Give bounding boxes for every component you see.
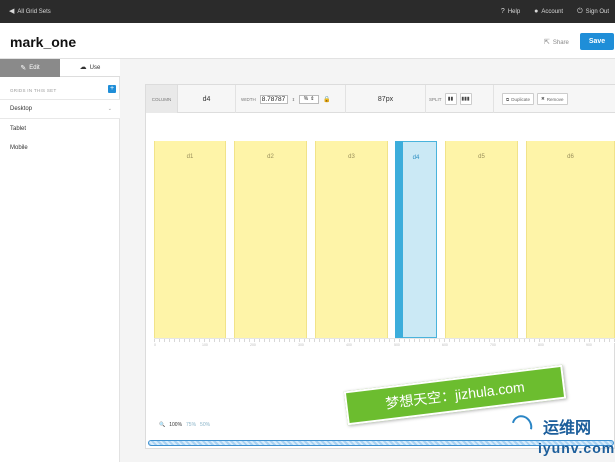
select-arrows-icon: ⇕ <box>310 96 315 102</box>
unit-value: % <box>303 96 309 102</box>
ruler-tick-label: 900 <box>586 343 592 347</box>
column-label: d1 <box>186 154 194 160</box>
width-group: WIDTH 8.78787 ⇕ % ⇕ 🔒 <box>236 85 346 113</box>
zoom-option[interactable]: 75% <box>186 422 196 428</box>
ruler-labels: 0 100 200 300 400 500 600 700 800 900 <box>154 343 615 349</box>
stepper-icon[interactable]: ⇕ <box>292 97 295 102</box>
duplicate-label: Duplicate <box>511 96 530 102</box>
zoom-current[interactable]: 100% <box>169 422 182 428</box>
column-label: d3 <box>348 154 355 160</box>
sidebar-item-label: Mobile <box>10 145 28 151</box>
back-arrow-icon: ◀ <box>9 8 15 15</box>
split-three-button[interactable]: ▮▮▮ <box>459 93 472 105</box>
split-group: SPLIT ▮▮ ▮▮▮ <box>426 85 494 113</box>
grid-column-d4[interactable]: d4 <box>395 141 437 338</box>
help-link[interactable]: ? Help <box>501 8 520 15</box>
tab-use[interactable]: ☁ Use <box>60 59 120 77</box>
width-label: WIDTH <box>241 96 256 102</box>
sign-out-label: Sign Out <box>585 8 609 15</box>
grid-column-d2[interactable]: d2 <box>234 141 307 338</box>
split-two-icon: ▮▮ <box>447 96 454 102</box>
ruler-tick-label: 800 <box>538 343 544 347</box>
pixel-width: 87px <box>346 85 426 113</box>
all-grid-sets-label: All Grid Sets <box>17 8 51 15</box>
all-grid-sets-link[interactable]: ◀ All Grid Sets <box>9 8 51 15</box>
split-two-button[interactable]: ▮▮ <box>444 93 457 105</box>
sidebar: ✎ Edit ☁ Use GRIDS IN THIS SET + Desktop… <box>0 59 120 462</box>
sidebar-item-mobile[interactable]: Mobile <box>0 138 120 158</box>
ruler-tick-label: 100 <box>202 343 208 347</box>
unit-select[interactable]: % ⇕ <box>299 94 320 104</box>
share-button[interactable]: ⇱ Share <box>544 39 569 46</box>
top-bar-right: ? Help ● Account ⏻ Sign Out <box>501 8 609 15</box>
ruler-tick-label: 700 <box>490 343 496 347</box>
lock-icon[interactable]: 🔒 <box>323 96 330 103</box>
account-label: Account <box>541 8 564 15</box>
zoom-icon: 🔍 <box>159 422 166 428</box>
save-button[interactable]: Save <box>580 33 614 50</box>
tab-use-label: Use <box>89 64 101 71</box>
ruler-tick-label: 600 <box>442 343 448 347</box>
split-three-icon: ▮▮▮ <box>461 96 470 102</box>
grid-column-d1[interactable]: d1 <box>154 141 226 338</box>
resize-handle[interactable] <box>395 141 403 338</box>
remove-button[interactable]: ✖ Remove <box>536 93 568 105</box>
sign-out-link[interactable]: ⏻ Sign Out <box>577 8 609 15</box>
chevron-down-icon: ⌄ <box>107 106 112 112</box>
grid-column-d3[interactable]: d3 <box>315 141 388 338</box>
top-bar: ◀ All Grid Sets ? Help ● Account ⏻ Sign … <box>0 0 615 23</box>
remove-icon: ✖ <box>540 96 545 101</box>
grid-column-d6[interactable]: d6 <box>526 141 615 338</box>
zoom-option[interactable]: 50% <box>200 422 210 428</box>
page-header: mark_one ⇱ Share Save <box>0 23 615 59</box>
sidebar-item-tablet[interactable]: Tablet <box>0 119 120 139</box>
split-label: SPLIT <box>429 96 442 102</box>
column-label: d6 <box>567 154 574 160</box>
share-icon: ⇱ <box>544 39 550 46</box>
user-icon: ● <box>534 8 539 15</box>
download-icon: ☁ <box>79 64 87 71</box>
ruler-tick-label: 500 <box>394 343 400 347</box>
duplicate-button[interactable]: ⧉ Duplicate <box>502 93 534 105</box>
sidebar-item-label: Tablet <box>10 126 27 132</box>
tab-edit-label: Edit <box>29 65 40 71</box>
sidebar-tabs: ✎ Edit ☁ Use <box>0 59 120 77</box>
edit-icon: ✎ <box>20 64 27 72</box>
add-grid-button[interactable]: + <box>108 85 116 93</box>
page-title: mark_one <box>10 34 77 50</box>
tab-edit[interactable]: ✎ Edit <box>0 59 60 77</box>
column-label: COLUMN <box>146 85 178 113</box>
ruler-tick-label: 300 <box>298 343 304 347</box>
width-input[interactable]: 8.78787 <box>259 94 288 104</box>
sidebar-item-desktop[interactable]: Desktop ⌄ <box>0 99 120 119</box>
grid-canvas: d1 d2 d3 d4 d5 d6 <box>146 113 615 343</box>
ruler-tick-label: 200 <box>250 343 256 347</box>
column-label: d4 <box>412 155 420 161</box>
sidebar-item-label: Desktop <box>10 106 33 112</box>
column-name[interactable]: d4 <box>178 85 236 113</box>
grids-in-set-label: GRIDS IN THIS SET <box>10 88 57 93</box>
help-icon: ? <box>500 8 505 15</box>
zoom-controls: 🔍 100% 75% 50% <box>159 422 210 428</box>
duplicate-icon: ⧉ <box>506 96 510 102</box>
ruler-tick-label: 400 <box>346 343 352 347</box>
account-link[interactable]: ● Account <box>534 8 563 15</box>
column-label: d2 <box>267 154 274 160</box>
grid-column-d5[interactable]: d5 <box>445 141 518 338</box>
watermark-logo-text: 运维网 <box>543 420 592 437</box>
power-icon: ⏻ <box>577 8 583 15</box>
actions-group: ⧉ Duplicate ✖ Remove <box>494 85 615 113</box>
column-toolbar: COLUMN d4 WIDTH 8.78787 ⇕ % ⇕ 🔒 87px SPL… <box>146 85 615 113</box>
column-label: d5 <box>478 154 485 160</box>
help-label: Help <box>507 8 521 15</box>
watermark-logo-url: iyunv.com <box>538 440 615 456</box>
remove-label: Remove <box>546 96 564 102</box>
share-label: Share <box>552 39 569 46</box>
ruler-tick-label: 0 <box>154 343 156 347</box>
